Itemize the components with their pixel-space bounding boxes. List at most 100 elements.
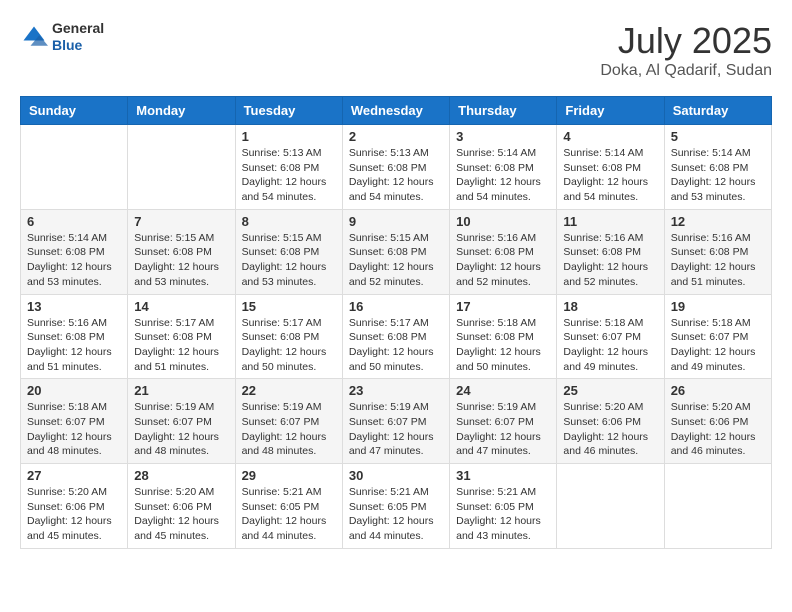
logo-text: General Blue (52, 20, 104, 54)
day-number: 19 (671, 299, 765, 314)
calendar-cell: 30 Sunrise: 5:21 AMSunset: 6:05 PMDaylig… (342, 464, 449, 549)
day-info: Sunrise: 5:13 AMSunset: 6:08 PMDaylight:… (242, 146, 336, 205)
day-info: Sunrise: 5:20 AMSunset: 6:06 PMDaylight:… (134, 485, 228, 544)
logo-icon (20, 23, 48, 51)
calendar-cell: 9 Sunrise: 5:15 AMSunset: 6:08 PMDayligh… (342, 209, 449, 294)
calendar-cell (664, 464, 771, 549)
day-info: Sunrise: 5:13 AMSunset: 6:08 PMDaylight:… (349, 146, 443, 205)
page-header: General Blue July 2025 Doka, Al Qadarif,… (20, 20, 772, 80)
calendar-cell: 22 Sunrise: 5:19 AMSunset: 6:07 PMDaylig… (235, 379, 342, 464)
calendar-cell: 26 Sunrise: 5:20 AMSunset: 6:06 PMDaylig… (664, 379, 771, 464)
day-info: Sunrise: 5:14 AMSunset: 6:08 PMDaylight:… (563, 146, 657, 205)
calendar-week-row: 13 Sunrise: 5:16 AMSunset: 6:08 PMDaylig… (21, 294, 772, 379)
day-number: 2 (349, 129, 443, 144)
calendar-week-row: 20 Sunrise: 5:18 AMSunset: 6:07 PMDaylig… (21, 379, 772, 464)
day-info: Sunrise: 5:19 AMSunset: 6:07 PMDaylight:… (456, 400, 550, 459)
day-info: Sunrise: 5:16 AMSunset: 6:08 PMDaylight:… (563, 231, 657, 290)
calendar-cell: 10 Sunrise: 5:16 AMSunset: 6:08 PMDaylig… (450, 209, 557, 294)
day-number: 22 (242, 383, 336, 398)
day-number: 24 (456, 383, 550, 398)
day-number: 13 (27, 299, 121, 314)
calendar-week-row: 1 Sunrise: 5:13 AMSunset: 6:08 PMDayligh… (21, 125, 772, 210)
day-number: 30 (349, 468, 443, 483)
calendar-cell: 16 Sunrise: 5:17 AMSunset: 6:08 PMDaylig… (342, 294, 449, 379)
day-info: Sunrise: 5:20 AMSunset: 6:06 PMDaylight:… (671, 400, 765, 459)
column-header-wednesday: Wednesday (342, 97, 449, 125)
column-header-monday: Monday (128, 97, 235, 125)
day-number: 5 (671, 129, 765, 144)
day-info: Sunrise: 5:19 AMSunset: 6:07 PMDaylight:… (349, 400, 443, 459)
day-number: 31 (456, 468, 550, 483)
day-number: 20 (27, 383, 121, 398)
calendar-cell: 5 Sunrise: 5:14 AMSunset: 6:08 PMDayligh… (664, 125, 771, 210)
calendar-week-row: 27 Sunrise: 5:20 AMSunset: 6:06 PMDaylig… (21, 464, 772, 549)
day-info: Sunrise: 5:14 AMSunset: 6:08 PMDaylight:… (456, 146, 550, 205)
day-number: 1 (242, 129, 336, 144)
day-number: 7 (134, 214, 228, 229)
calendar-table: SundayMondayTuesdayWednesdayThursdayFrid… (20, 96, 772, 549)
calendar-cell: 8 Sunrise: 5:15 AMSunset: 6:08 PMDayligh… (235, 209, 342, 294)
calendar-cell: 27 Sunrise: 5:20 AMSunset: 6:06 PMDaylig… (21, 464, 128, 549)
calendar-cell: 14 Sunrise: 5:17 AMSunset: 6:08 PMDaylig… (128, 294, 235, 379)
day-info: Sunrise: 5:17 AMSunset: 6:08 PMDaylight:… (349, 316, 443, 375)
day-info: Sunrise: 5:21 AMSunset: 6:05 PMDaylight:… (456, 485, 550, 544)
calendar-cell: 6 Sunrise: 5:14 AMSunset: 6:08 PMDayligh… (21, 209, 128, 294)
column-header-sunday: Sunday (21, 97, 128, 125)
calendar-cell (21, 125, 128, 210)
day-number: 3 (456, 129, 550, 144)
calendar-header-row: SundayMondayTuesdayWednesdayThursdayFrid… (21, 97, 772, 125)
calendar-cell: 28 Sunrise: 5:20 AMSunset: 6:06 PMDaylig… (128, 464, 235, 549)
day-info: Sunrise: 5:17 AMSunset: 6:08 PMDaylight:… (134, 316, 228, 375)
day-info: Sunrise: 5:19 AMSunset: 6:07 PMDaylight:… (134, 400, 228, 459)
day-info: Sunrise: 5:18 AMSunset: 6:07 PMDaylight:… (27, 400, 121, 459)
day-number: 8 (242, 214, 336, 229)
day-info: Sunrise: 5:16 AMSunset: 6:08 PMDaylight:… (456, 231, 550, 290)
column-header-tuesday: Tuesday (235, 97, 342, 125)
day-info: Sunrise: 5:14 AMSunset: 6:08 PMDaylight:… (671, 146, 765, 205)
calendar-cell: 24 Sunrise: 5:19 AMSunset: 6:07 PMDaylig… (450, 379, 557, 464)
day-info: Sunrise: 5:15 AMSunset: 6:08 PMDaylight:… (349, 231, 443, 290)
day-number: 11 (563, 214, 657, 229)
day-number: 4 (563, 129, 657, 144)
calendar-cell: 13 Sunrise: 5:16 AMSunset: 6:08 PMDaylig… (21, 294, 128, 379)
calendar-cell: 29 Sunrise: 5:21 AMSunset: 6:05 PMDaylig… (235, 464, 342, 549)
calendar-cell (557, 464, 664, 549)
calendar-cell: 3 Sunrise: 5:14 AMSunset: 6:08 PMDayligh… (450, 125, 557, 210)
calendar-cell: 19 Sunrise: 5:18 AMSunset: 6:07 PMDaylig… (664, 294, 771, 379)
calendar-cell: 7 Sunrise: 5:15 AMSunset: 6:08 PMDayligh… (128, 209, 235, 294)
day-info: Sunrise: 5:15 AMSunset: 6:08 PMDaylight:… (134, 231, 228, 290)
calendar-cell: 15 Sunrise: 5:17 AMSunset: 6:08 PMDaylig… (235, 294, 342, 379)
day-number: 14 (134, 299, 228, 314)
day-number: 29 (242, 468, 336, 483)
column-header-saturday: Saturday (664, 97, 771, 125)
day-info: Sunrise: 5:18 AMSunset: 6:07 PMDaylight:… (671, 316, 765, 375)
column-header-friday: Friday (557, 97, 664, 125)
day-number: 23 (349, 383, 443, 398)
day-number: 12 (671, 214, 765, 229)
calendar-cell: 18 Sunrise: 5:18 AMSunset: 6:07 PMDaylig… (557, 294, 664, 379)
calendar-cell: 25 Sunrise: 5:20 AMSunset: 6:06 PMDaylig… (557, 379, 664, 464)
day-number: 25 (563, 383, 657, 398)
day-number: 17 (456, 299, 550, 314)
day-info: Sunrise: 5:15 AMSunset: 6:08 PMDaylight:… (242, 231, 336, 290)
day-info: Sunrise: 5:20 AMSunset: 6:06 PMDaylight:… (563, 400, 657, 459)
day-info: Sunrise: 5:21 AMSunset: 6:05 PMDaylight:… (242, 485, 336, 544)
logo-general-text: General (52, 20, 104, 37)
day-info: Sunrise: 5:18 AMSunset: 6:08 PMDaylight:… (456, 316, 550, 375)
calendar-cell: 1 Sunrise: 5:13 AMSunset: 6:08 PMDayligh… (235, 125, 342, 210)
day-number: 27 (27, 468, 121, 483)
day-number: 26 (671, 383, 765, 398)
day-info: Sunrise: 5:18 AMSunset: 6:07 PMDaylight:… (563, 316, 657, 375)
day-number: 9 (349, 214, 443, 229)
calendar-cell: 11 Sunrise: 5:16 AMSunset: 6:08 PMDaylig… (557, 209, 664, 294)
day-info: Sunrise: 5:17 AMSunset: 6:08 PMDaylight:… (242, 316, 336, 375)
column-header-thursday: Thursday (450, 97, 557, 125)
day-info: Sunrise: 5:20 AMSunset: 6:06 PMDaylight:… (27, 485, 121, 544)
logo-blue-text: Blue (52, 37, 104, 54)
calendar-cell: 17 Sunrise: 5:18 AMSunset: 6:08 PMDaylig… (450, 294, 557, 379)
day-number: 16 (349, 299, 443, 314)
day-number: 21 (134, 383, 228, 398)
day-number: 15 (242, 299, 336, 314)
calendar-cell: 4 Sunrise: 5:14 AMSunset: 6:08 PMDayligh… (557, 125, 664, 210)
day-info: Sunrise: 5:14 AMSunset: 6:08 PMDaylight:… (27, 231, 121, 290)
